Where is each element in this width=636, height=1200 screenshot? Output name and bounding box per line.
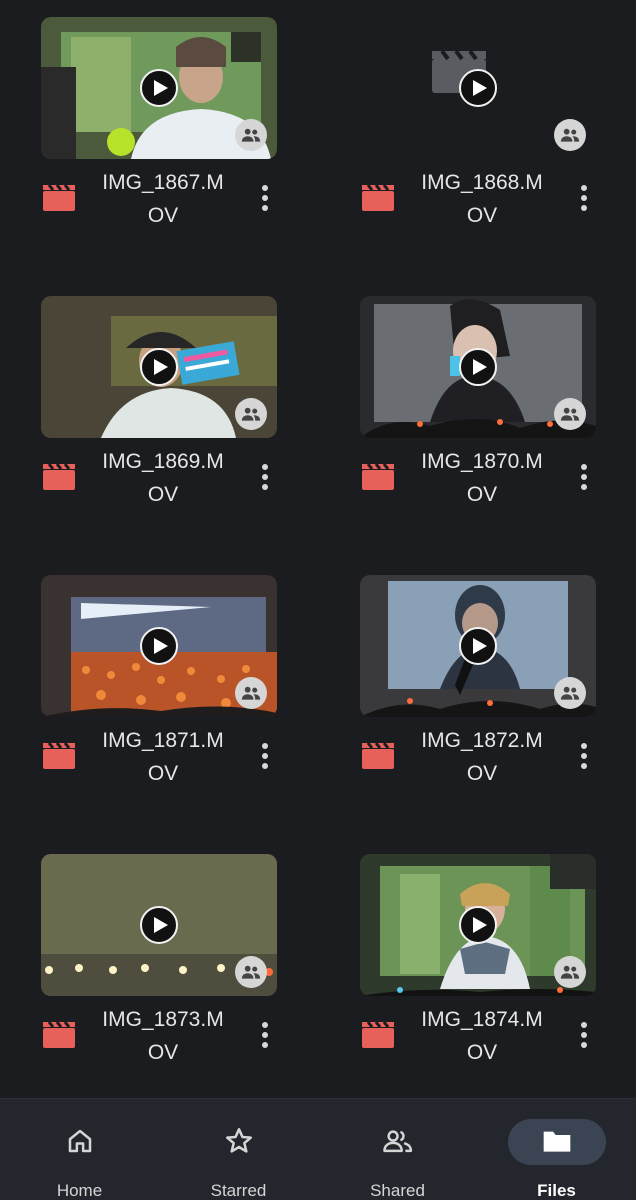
file-name[interactable]: IMG_1870.M OV — [407, 445, 557, 511]
more-vert-icon[interactable] — [574, 738, 594, 774]
nav-shared[interactable]: Shared — [318, 1099, 477, 1200]
nav-files[interactable]: Files — [477, 1099, 636, 1200]
file-name-line-2: OV — [147, 483, 179, 506]
more-vert-icon[interactable] — [255, 180, 275, 216]
nav-starred[interactable]: Starred — [159, 1099, 318, 1200]
video-file-icon — [43, 742, 75, 769]
shared-people-icon — [235, 119, 267, 151]
nav-home-label: Home — [56, 1181, 103, 1200]
file-name-line-2: OV — [147, 1041, 179, 1064]
file-name-line-2: OV — [147, 204, 179, 227]
file-name[interactable]: IMG_1868.M OV — [407, 166, 557, 232]
home-icon — [64, 1125, 96, 1157]
video-file-icon — [362, 742, 394, 769]
play-icon[interactable] — [140, 348, 178, 386]
play-icon[interactable] — [459, 906, 497, 944]
video-file-icon — [43, 184, 75, 211]
more-vert-icon[interactable] — [255, 1017, 275, 1053]
video-file-icon — [362, 184, 394, 211]
file-name[interactable]: IMG_1869.M OV — [88, 445, 238, 511]
video-file-icon — [43, 463, 75, 490]
file-grid: IMG_1867.M OV IMG_1868.M OV IMG_1869.M OV IM… — [0, 0, 636, 1098]
nav-shared-label: Shared — [370, 1181, 425, 1200]
play-icon[interactable] — [140, 627, 178, 665]
shared-people-icon — [554, 119, 586, 151]
shared-people-icon — [554, 398, 586, 430]
file-name[interactable]: IMG_1871.M OV — [88, 724, 238, 790]
file-name-line-1: IMG_1873.M — [102, 1008, 224, 1031]
more-vert-icon[interactable] — [255, 459, 275, 495]
file-name-line-2: OV — [466, 762, 498, 785]
star-icon — [223, 1125, 255, 1157]
file-name-line-2: OV — [466, 204, 498, 227]
nav-files-label: Files — [537, 1181, 576, 1200]
video-file-icon — [362, 463, 394, 490]
file-name[interactable]: IMG_1872.M OV — [407, 724, 557, 790]
file-name-line-1: IMG_1870.M — [421, 450, 543, 473]
file-name-line-1: IMG_1874.M — [421, 1008, 543, 1031]
nav-starred-label: Starred — [210, 1181, 267, 1200]
play-icon[interactable] — [459, 69, 497, 107]
file-name[interactable]: IMG_1867.M OV — [88, 166, 238, 232]
file-name-line-1: IMG_1871.M — [102, 729, 224, 752]
file-name-line-2: OV — [466, 483, 498, 506]
folder-icon — [541, 1125, 573, 1157]
more-vert-icon[interactable] — [255, 738, 275, 774]
bottom-navigation: Home Starred Shared Files — [0, 1098, 636, 1200]
file-name-line-2: OV — [147, 762, 179, 785]
more-vert-icon[interactable] — [574, 459, 594, 495]
play-icon[interactable] — [459, 627, 497, 665]
shared-people-icon — [235, 398, 267, 430]
play-icon[interactable] — [140, 69, 178, 107]
shared-people-icon — [235, 677, 267, 709]
file-name[interactable]: IMG_1873.M OV — [88, 1003, 238, 1069]
video-file-icon — [43, 1021, 75, 1048]
nav-home[interactable]: Home — [0, 1099, 159, 1200]
shared-icon — [382, 1125, 414, 1157]
play-icon[interactable] — [140, 906, 178, 944]
file-name[interactable]: IMG_1874.M OV — [407, 1003, 557, 1069]
more-vert-icon[interactable] — [574, 1017, 594, 1053]
shared-people-icon — [554, 956, 586, 988]
file-name-line-1: IMG_1872.M — [421, 729, 543, 752]
shared-people-icon — [554, 677, 586, 709]
file-name-line-1: IMG_1868.M — [421, 171, 543, 194]
shared-people-icon — [235, 956, 267, 988]
file-name-line-1: IMG_1867.M — [102, 171, 224, 194]
file-name-line-1: IMG_1869.M — [102, 450, 224, 473]
play-icon[interactable] — [459, 348, 497, 386]
file-name-line-2: OV — [466, 1041, 498, 1064]
video-file-icon — [362, 1021, 394, 1048]
more-vert-icon[interactable] — [574, 180, 594, 216]
